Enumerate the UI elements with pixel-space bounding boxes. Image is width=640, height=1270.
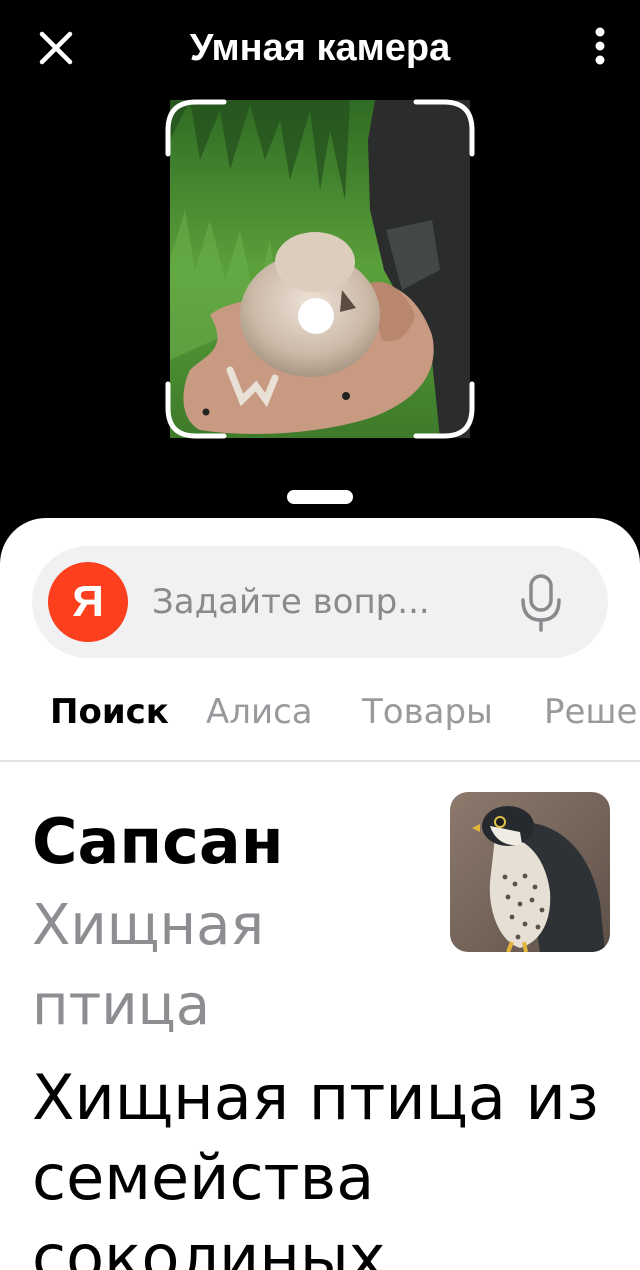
sheet-drag-handle[interactable] bbox=[287, 490, 353, 504]
close-icon bbox=[39, 31, 73, 65]
result-thumbnail[interactable] bbox=[450, 792, 610, 952]
falcon-image bbox=[450, 792, 610, 952]
camera-preview[interactable] bbox=[170, 100, 470, 438]
screen-title: Умная камера bbox=[189, 27, 451, 69]
tab-alice[interactable]: Алиса bbox=[206, 682, 313, 742]
microphone-icon bbox=[521, 574, 561, 632]
more-options-button[interactable] bbox=[578, 22, 622, 74]
result-description: Хищная птица из семейства соколиных. bbox=[32, 1061, 599, 1270]
captured-photo bbox=[170, 100, 470, 438]
tab-products[interactable]: Товары bbox=[362, 682, 493, 742]
smart-camera-screen: Умная камера Я Задайте вопр... Поиск Али… bbox=[0, 0, 640, 1270]
tab-bar: Поиск Алиса Товары Реше bbox=[0, 682, 640, 742]
tab-solutions[interactable]: Реше bbox=[544, 682, 637, 742]
search-bar[interactable]: Я bbox=[32, 546, 608, 658]
search-input[interactable] bbox=[152, 574, 492, 630]
tab-search[interactable]: Поиск bbox=[50, 682, 169, 742]
tab-divider bbox=[0, 760, 640, 762]
more-vertical-icon bbox=[595, 27, 605, 65]
result-subtitle: Хищная птица bbox=[32, 893, 265, 1038]
top-bar: Умная камера bbox=[0, 0, 640, 96]
voice-search-button[interactable] bbox=[516, 570, 566, 634]
result-title: Сапсан bbox=[32, 805, 284, 878]
results-sheet: Я Поиск Алиса Товары Реше Сапсан Хищная … bbox=[0, 518, 640, 1270]
close-button[interactable] bbox=[30, 22, 82, 74]
focus-point[interactable] bbox=[298, 298, 334, 334]
yandex-logo[interactable]: Я bbox=[48, 562, 128, 642]
